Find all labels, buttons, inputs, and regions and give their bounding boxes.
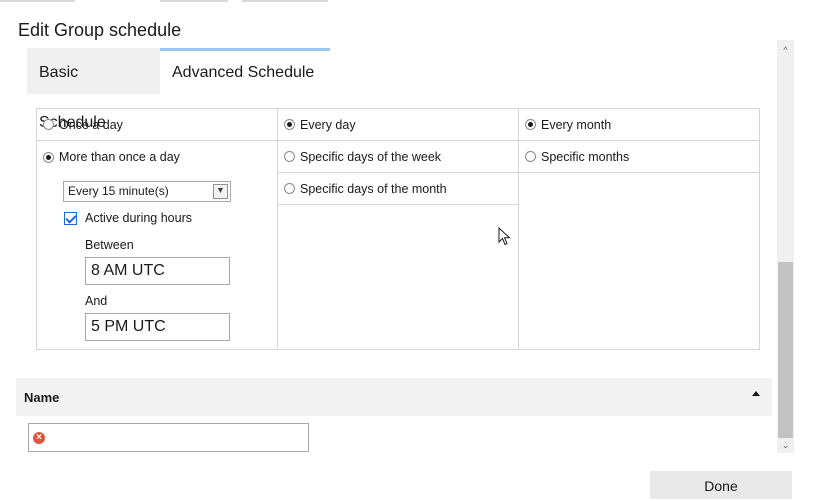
top-tab-stub (242, 0, 328, 2)
active-hours-label: Active during hours (85, 211, 193, 225)
end-time-input[interactable]: 5 PM UTC (85, 313, 230, 341)
more-than-once-label: More than once a day (59, 150, 180, 164)
and-label: And (85, 294, 108, 308)
done-button[interactable]: Done (650, 471, 792, 499)
once-a-day-option[interactable]: Once a day (37, 109, 277, 141)
scroll-down-icon[interactable]: ⌄ (777, 437, 794, 453)
chevron-down-icon[interactable]: ▼ (213, 184, 228, 199)
specific-days-week-option[interactable]: Specific days of the week (278, 141, 519, 173)
tab-basic-schedule[interactable]: Basic Schedule (27, 48, 160, 131)
name-section-header[interactable]: Name (16, 378, 772, 416)
every-day-option[interactable]: Every day (278, 109, 519, 141)
top-tab-stub (0, 0, 75, 2)
name-input[interactable]: × (28, 423, 309, 452)
specific-days-week-label: Specific days of the week (300, 149, 442, 164)
schedule-tabs: Basic Schedule Advanced Schedule (27, 48, 330, 131)
start-time-input[interactable]: 8 AM UTC (85, 257, 230, 285)
days-column: Every day Specific days of the week Spec… (277, 109, 519, 349)
every-day-label: Every day (300, 117, 356, 132)
specific-months-option[interactable]: Specific months (519, 141, 760, 173)
schedule-grid: Once a day More than once a day Every 15… (36, 108, 760, 350)
every-month-option[interactable]: Every month (519, 109, 760, 141)
dialog-title: Edit Group schedule (18, 20, 182, 40)
more-than-once-option[interactable]: More than once a day (37, 141, 277, 173)
every-day-radio[interactable] (284, 119, 295, 130)
top-tab-stub (160, 0, 228, 2)
collapse-up-icon[interactable] (752, 391, 760, 396)
frequency-column: Once a day More than once a day Every 15… (37, 109, 277, 349)
every-month-radio[interactable] (525, 119, 536, 130)
specific-days-month-option[interactable]: Specific days of the month (278, 173, 519, 205)
error-icon: × (33, 432, 45, 444)
once-a-day-label: Once a day (59, 117, 123, 132)
once-a-day-radio[interactable] (43, 119, 54, 130)
specific-days-month-radio[interactable] (284, 183, 295, 194)
scrollbar-thumb[interactable] (778, 262, 793, 438)
active-hours-option[interactable]: Active during hours (64, 211, 192, 225)
months-column: Every month Specific months (518, 109, 760, 349)
mouse-pointer-icon (498, 227, 511, 246)
more-than-once-radio[interactable] (43, 151, 54, 163)
specific-days-month-label: Specific days of the month (300, 181, 447, 196)
between-label: Between (85, 238, 134, 252)
every-month-label: Every month (541, 117, 612, 132)
vertical-scrollbar[interactable]: ^ ⌄ (777, 40, 794, 453)
specific-months-label: Specific months (541, 149, 630, 164)
name-section-label: Name (24, 390, 60, 405)
specific-months-radio[interactable] (525, 151, 536, 162)
tab-advanced-schedule[interactable]: Advanced Schedule (160, 48, 330, 94)
scroll-up-icon[interactable]: ^ (777, 42, 794, 58)
specific-days-week-radio[interactable] (284, 151, 295, 162)
active-hours-checkbox[interactable] (64, 211, 77, 225)
interval-select[interactable]: Every 15 minute(s) ▼ (63, 181, 231, 202)
interval-select-value: Every 15 minute(s) (68, 184, 169, 198)
